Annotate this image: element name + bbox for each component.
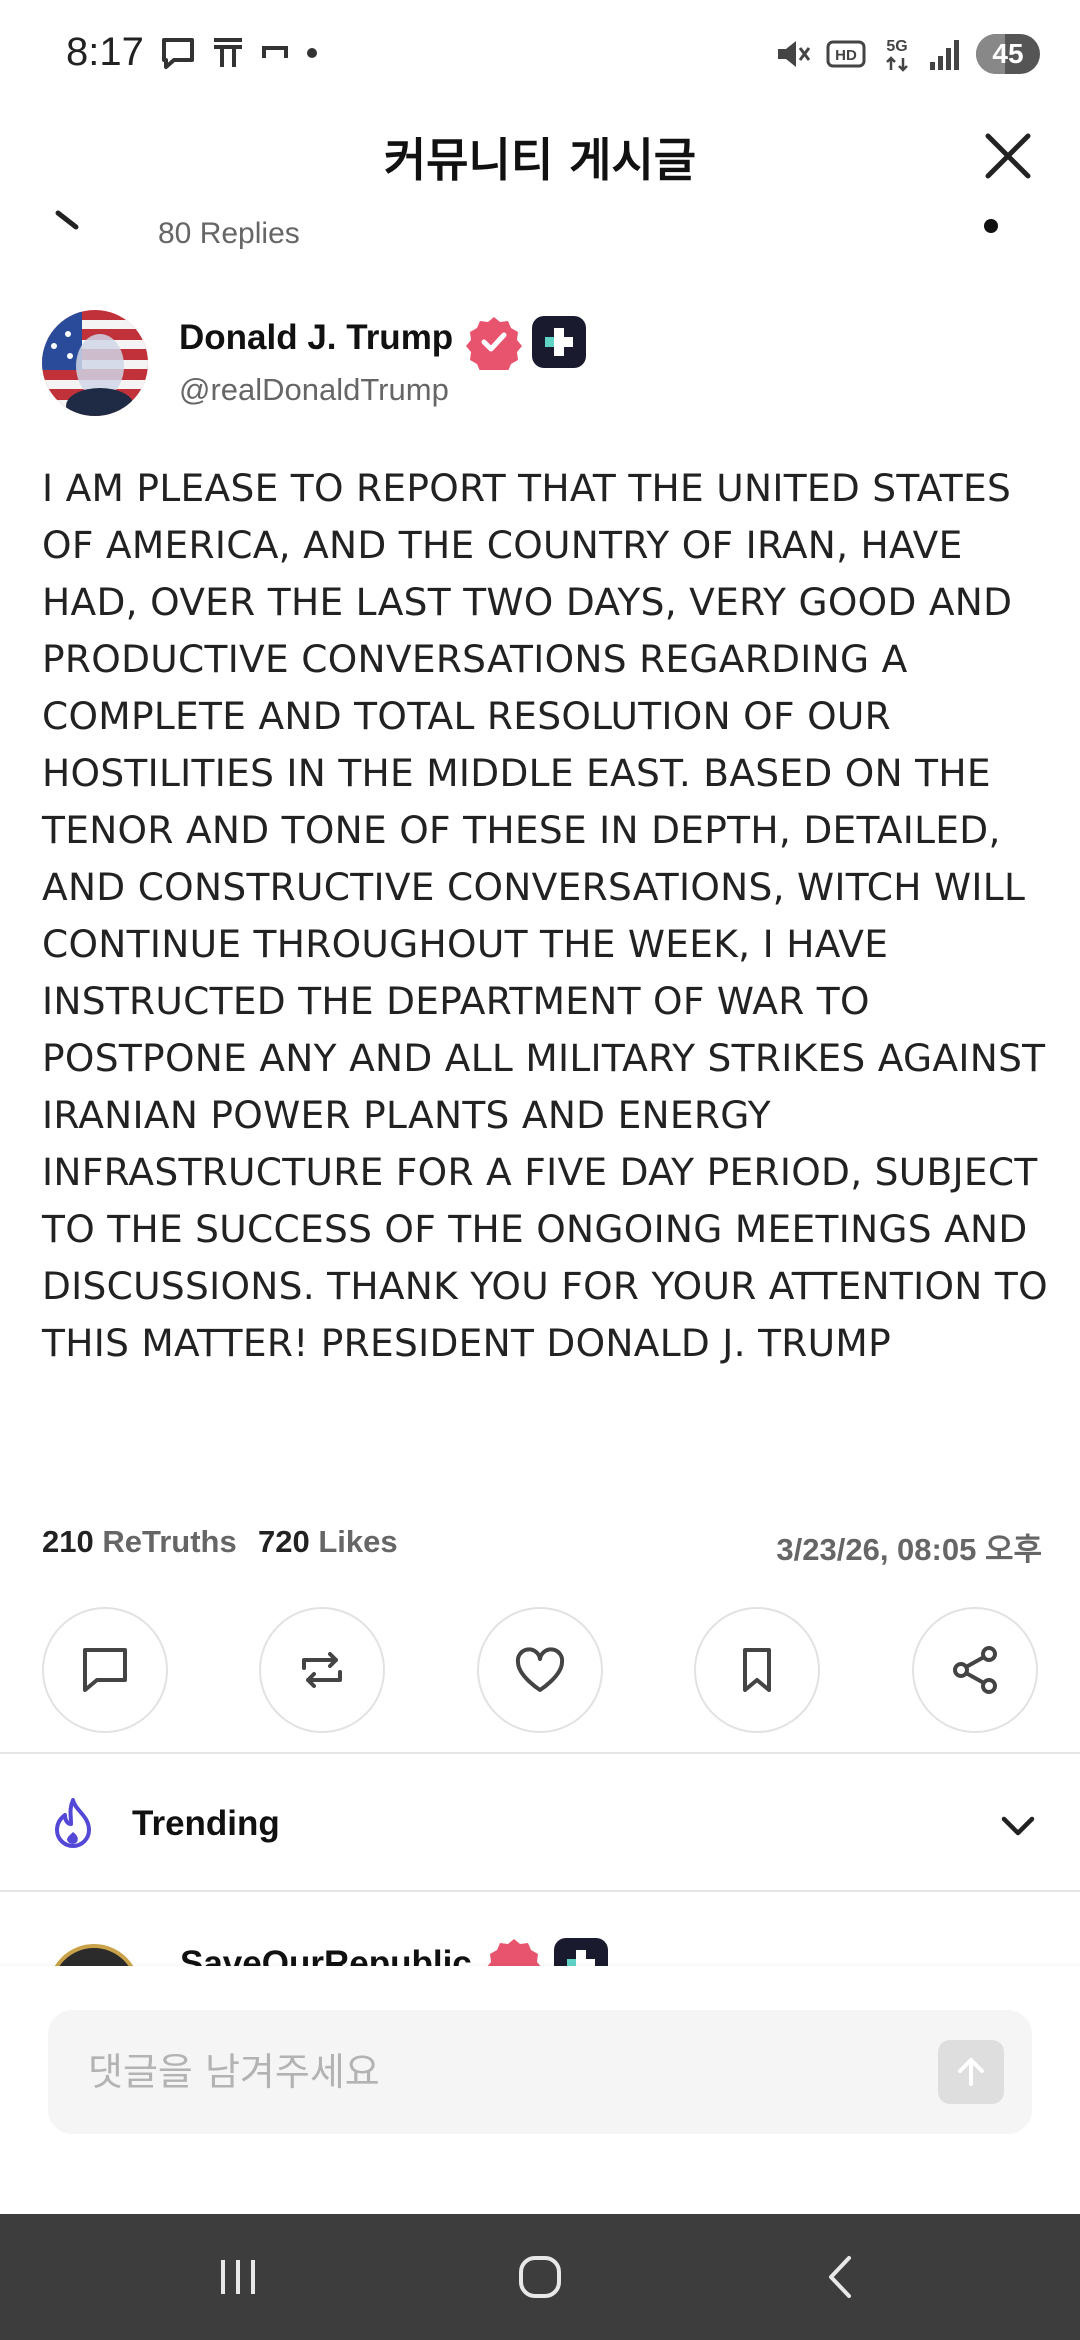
likes-label: Likes	[318, 1524, 398, 1559]
section-divider	[0, 1752, 1080, 1754]
more-options-button[interactable]	[984, 205, 1044, 255]
post-author: Donald J. Trump @realDonaldTrump	[42, 310, 1042, 420]
battery-indicator: 45	[976, 34, 1040, 74]
replies-count[interactable]: 80 Replies	[158, 217, 300, 251]
close-icon	[985, 133, 1031, 179]
retruths-count: 210	[42, 1524, 94, 1559]
mute-icon	[778, 41, 811, 67]
likes-stat[interactable]: 720 Likes	[258, 1524, 398, 1560]
author-avatar[interactable]	[42, 310, 148, 416]
post-body-text: I AM PLEASE TO REPORT THAT THE UNITED ST…	[42, 466, 1048, 1365]
trending-post-avatar[interactable]	[48, 1944, 140, 1966]
heart-icon	[515, 1647, 565, 1692]
truth-plus-badge-icon	[554, 1938, 608, 1966]
status-system-icons: HD 5G 45	[774, 34, 1040, 74]
post-stats: 210 ReTruths 720 Likes 3/23/26, 08:05 오후	[42, 1524, 1042, 1568]
svg-text:HD: HD	[835, 47, 857, 64]
author-name[interactable]: Donald J. Trump	[179, 318, 453, 358]
retruth-button[interactable]	[259, 1607, 385, 1733]
post-top-bar: 80 Replies	[0, 205, 1080, 265]
avatar-image	[42, 310, 148, 416]
chevron-left-icon	[829, 2256, 851, 2298]
repost-icon	[302, 1652, 342, 1688]
bookmark-button[interactable]	[694, 1607, 820, 1733]
retruths-stat[interactable]: 210 ReTruths	[42, 1524, 237, 1560]
svg-text:5G: 5G	[886, 38, 907, 55]
hd-voice-icon: HD	[826, 40, 866, 68]
trending-post-author-name[interactable]: SaveOurRepublic	[180, 1944, 472, 1966]
chevron-down-icon	[1001, 1816, 1035, 1836]
battery-level-text: 45	[992, 38, 1024, 69]
status-time: 8:17	[66, 30, 144, 74]
recent-apps-icon	[221, 2260, 255, 2294]
home-button[interactable]	[500, 2242, 580, 2312]
arrow-up-icon	[958, 2058, 984, 2086]
truth-plus-badge-icon	[532, 316, 586, 368]
verified-badge-icon	[466, 317, 522, 370]
trending-post-preview[interactable]: SaveOurRepublic	[0, 1892, 1080, 1966]
status-notification-icons	[160, 36, 320, 70]
status-bar: 8:17 HD 5G 45	[0, 0, 1080, 110]
comment-input-container[interactable]	[48, 2010, 1032, 2134]
trending-section-toggle[interactable]: Trending	[0, 1760, 1080, 1890]
verified-badge-icon	[487, 1939, 541, 1966]
comment-composer	[0, 1966, 1080, 2214]
comment-icon	[83, 1648, 127, 1692]
send-comment-button[interactable]	[938, 2040, 1004, 2104]
more-options-icon	[984, 219, 998, 233]
post-timestamp: 3/23/26, 08:05 오후	[776, 1532, 1042, 1567]
home-icon	[519, 2256, 561, 2298]
author-handle[interactable]: @realDonaldTrump	[179, 372, 449, 408]
back-nav-button[interactable]	[802, 2242, 882, 2312]
close-button[interactable]	[976, 124, 1040, 188]
trending-label: Trending	[132, 1804, 280, 1843]
retruths-label: ReTruths	[102, 1524, 237, 1559]
back-arrow-icon	[55, 210, 79, 230]
recent-apps-button[interactable]	[198, 2242, 278, 2312]
reply-button[interactable]	[42, 1607, 168, 1733]
flame-icon	[55, 1798, 91, 1848]
comment-input[interactable]	[88, 2040, 928, 2104]
system-navigation-bar	[0, 2214, 1080, 2340]
likes-count: 720	[258, 1524, 310, 1559]
5g-network-icon: 5G	[886, 38, 908, 72]
signal-icon	[930, 40, 959, 70]
post-actions	[42, 1607, 1042, 1735]
share-icon	[953, 1646, 997, 1694]
chat-notification-icon	[162, 38, 194, 69]
bookmark-icon	[743, 1648, 771, 1692]
back-button[interactable]	[48, 207, 88, 247]
t-app-icon	[214, 38, 242, 67]
like-button[interactable]	[477, 1607, 603, 1733]
app-notification-icon	[262, 46, 288, 58]
share-button[interactable]	[912, 1607, 1038, 1733]
page-header: 커뮤니티 게시글	[0, 110, 1080, 210]
page-title: 커뮤니티 게시글	[383, 133, 697, 187]
more-notifications-dot-icon	[307, 48, 317, 58]
